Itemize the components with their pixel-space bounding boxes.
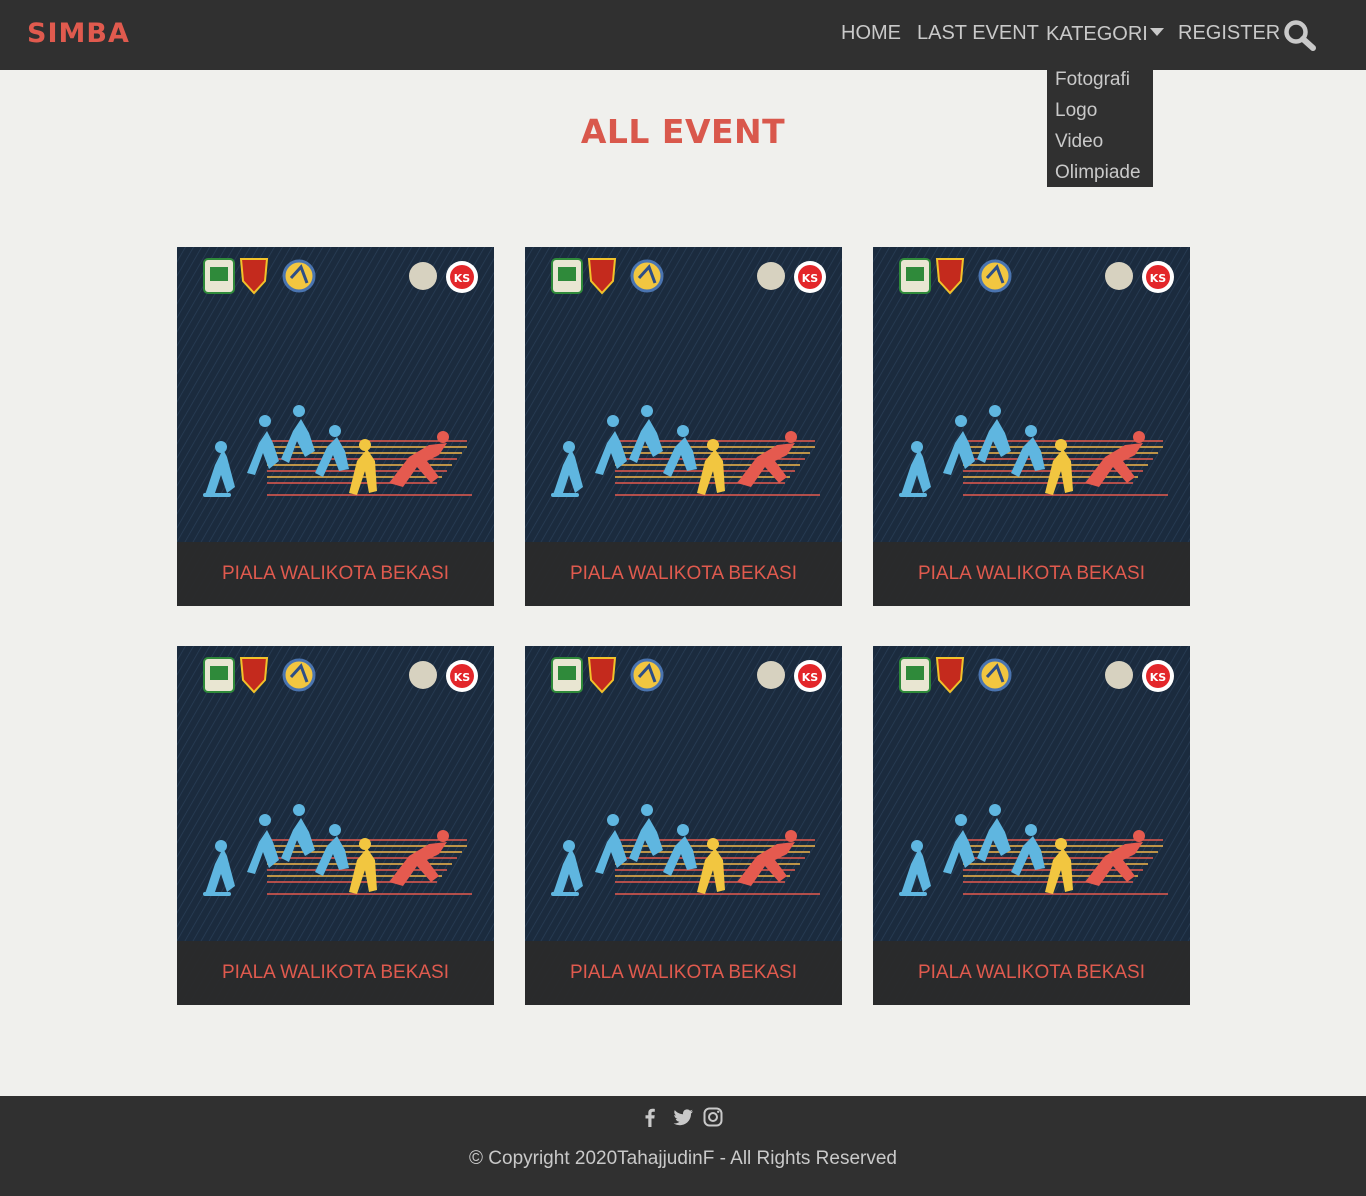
event-card-title: PIALA WALIKOTA BEKASI xyxy=(525,542,842,606)
nav-last-event[interactable]: LAST EVENT xyxy=(917,22,1039,45)
page-title: ALL EVENT xyxy=(580,112,786,151)
event-card[interactable]: KS PIALA WALIKOTA BEKASI xyxy=(177,646,494,1005)
nav-register[interactable]: REGISTER xyxy=(1178,22,1280,45)
svg-text:KS: KS xyxy=(1150,671,1167,684)
dropdown-item-olimpiade[interactable]: Olimpiade xyxy=(1055,159,1153,190)
event-card-title: PIALA WALIKOTA BEKASI xyxy=(525,941,842,1005)
svg-text:KS: KS xyxy=(454,671,471,684)
event-card-title: PIALA WALIKOTA BEKASI xyxy=(177,542,494,606)
brand-logo[interactable]: SIMBA xyxy=(27,18,130,49)
svg-text:KS: KS xyxy=(1150,272,1167,285)
caret-down-icon xyxy=(1149,28,1164,36)
event-card[interactable]: KS PIALA WALIKOTA BEKASI xyxy=(873,247,1190,606)
search-icon[interactable] xyxy=(1283,19,1317,51)
svg-text:KS: KS xyxy=(802,671,819,684)
twitter-icon[interactable] xyxy=(672,1106,694,1128)
event-card[interactable]: KS PIALA WALIKOTA BEKASI xyxy=(873,646,1190,1005)
nav-kategori-label: KATEGORI xyxy=(1046,23,1148,45)
copyright-text: © Copyright 2020TahajjudinF - All Rights… xyxy=(469,1148,897,1169)
navbar: SIMBA HOME LAST EVENT KATEGORI REGISTER xyxy=(0,0,1366,70)
event-card[interactable]: KS PIALA WALIKOTA BEKASI xyxy=(525,247,842,606)
event-card[interactable]: KS PIALA WALIKOTA BEKASI xyxy=(525,646,842,1005)
event-card[interactable]: KS PIALA WALIKOTA BEKASI xyxy=(177,247,494,606)
facebook-icon[interactable] xyxy=(638,1106,660,1128)
nav-home[interactable]: HOME xyxy=(841,22,901,45)
nav-kategori[interactable]: KATEGORI xyxy=(1046,23,1164,46)
footer: © Copyright 2020TahajjudinF - All Rights… xyxy=(0,1096,1366,1196)
svg-text:KS: KS xyxy=(802,272,819,285)
event-card-title: PIALA WALIKOTA BEKASI xyxy=(873,941,1190,1005)
event-card-title: PIALA WALIKOTA BEKASI xyxy=(873,542,1190,606)
instagram-icon[interactable] xyxy=(702,1106,724,1128)
dropdown-item-fotografi[interactable]: Fotografi xyxy=(1055,66,1153,97)
svg-text:KS: KS xyxy=(454,272,471,285)
event-card-title: PIALA WALIKOTA BEKASI xyxy=(177,941,494,1005)
